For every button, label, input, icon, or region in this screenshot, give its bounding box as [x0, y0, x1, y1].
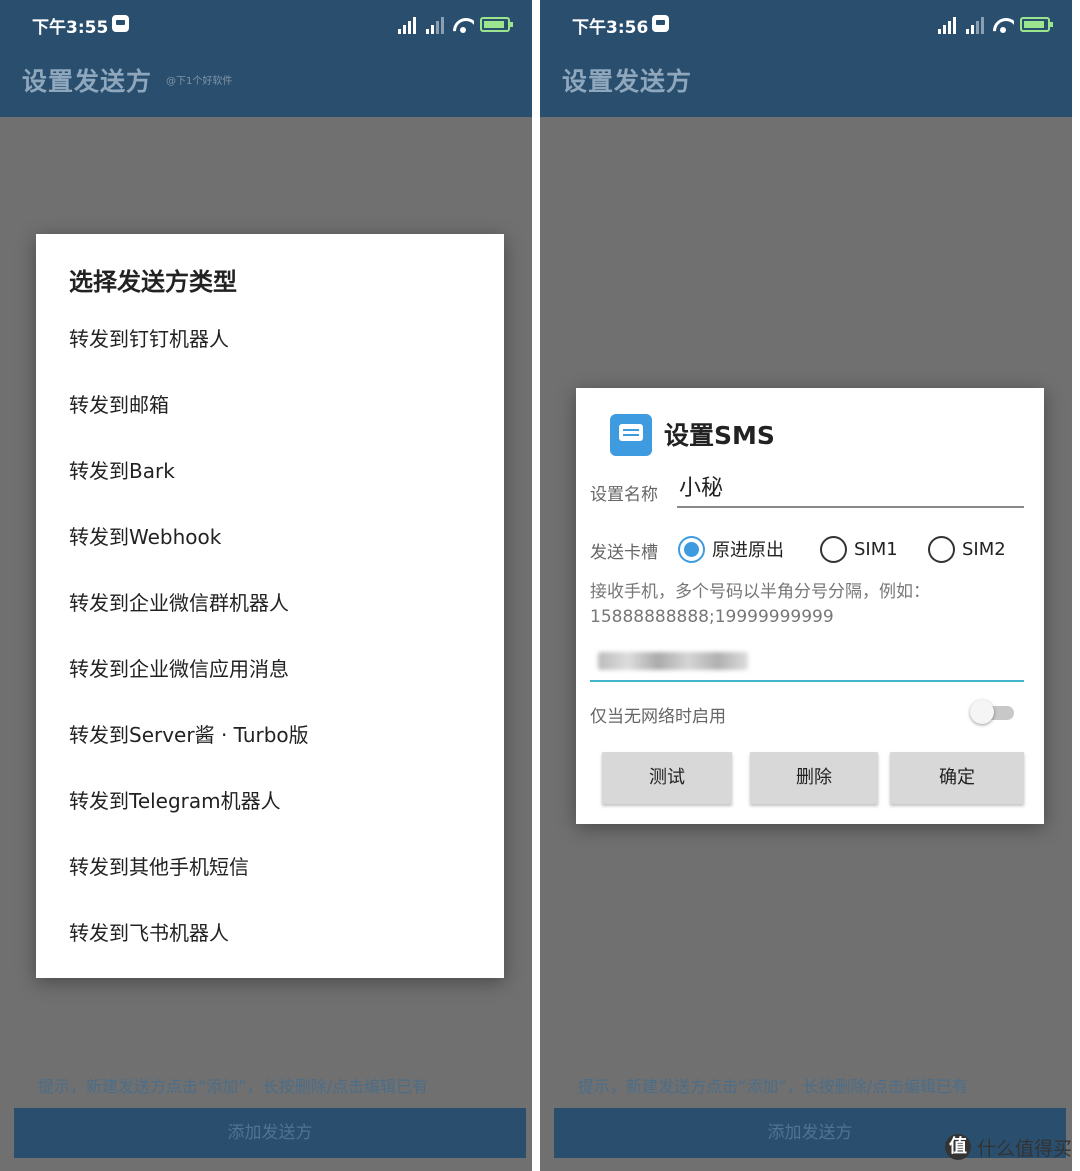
- status-bar: 下午3:55: [0, 0, 532, 50]
- sender-type-item[interactable]: 转发到Bark: [69, 456, 309, 522]
- right-screen: 下午3:56 设置发送方 设置SMS 设置名称 小秘 发送卡槽 原进原出 SIM…: [540, 0, 1072, 1171]
- sender-type-item[interactable]: 转发到企业微信群机器人: [69, 588, 309, 654]
- sim-option-original[interactable]: 原进原出: [678, 534, 784, 564]
- sender-type-item[interactable]: 转发到飞书机器人: [69, 918, 309, 984]
- status-bar: 下午3:56: [540, 0, 1072, 50]
- wifi-icon: [452, 16, 474, 34]
- sender-type-item[interactable]: 转发到邮箱: [69, 390, 309, 456]
- offline-only-label: 仅当无网络时启用: [590, 707, 726, 727]
- name-field[interactable]: 小秘: [677, 474, 1024, 508]
- wifi-icon: [992, 16, 1014, 34]
- name-label: 设置名称: [590, 485, 658, 505]
- radio-unchecked-icon: [820, 535, 847, 563]
- signal-icon: [396, 16, 418, 34]
- phone-hint: 接收手机，多个号码以半角分号分隔，例如：15888888888;19999999…: [590, 582, 930, 627]
- sms-settings-dialog: 设置SMS 设置名称 小秘 发送卡槽 原进原出 SIM1 SIM2 接收手机，多…: [576, 388, 1044, 824]
- battery-icon: [1020, 17, 1053, 32]
- status-time: 下午3:56: [572, 18, 649, 38]
- status-icons: [936, 14, 1053, 34]
- page-title: 设置发送方: [562, 67, 693, 96]
- sim-option-label: 原进原出: [712, 540, 784, 561]
- notification-icon: [652, 15, 669, 32]
- sim-option-sim2[interactable]: SIM2: [928, 534, 1006, 564]
- battery-icon: [480, 17, 513, 32]
- page-title: 设置发送方: [22, 67, 153, 96]
- status-time: 下午3:55: [32, 18, 109, 38]
- sim-slot-label: 发送卡槽: [590, 543, 658, 563]
- redacted-phone-number: [598, 652, 748, 670]
- message-icon: [610, 414, 652, 456]
- hint-text: 提示，新建发送方点击“添加”，长按删除/点击编辑已有: [578, 1077, 968, 1096]
- dialog-title: 设置SMS: [664, 421, 775, 450]
- sim-option-label: SIM1: [854, 538, 898, 560]
- add-sender-button[interactable]: 添加发送方: [14, 1108, 526, 1158]
- sender-type-item[interactable]: 转发到Webhook: [69, 522, 309, 588]
- sender-type-item[interactable]: 转发到其他手机短信: [69, 852, 309, 918]
- signal-icon: [424, 16, 446, 34]
- app-bar: 设置发送方: [540, 50, 1072, 117]
- sender-type-item[interactable]: 转发到Telegram机器人: [69, 786, 309, 852]
- signal-icon: [936, 16, 958, 34]
- app-bar: 设置发送方 @下1个好软件: [0, 50, 532, 117]
- confirm-button[interactable]: 确定: [890, 752, 1024, 804]
- logo-text: 什么值得买: [976, 1137, 1072, 1160]
- sender-type-list: 转发到钉钉机器人 转发到邮箱 转发到Bark 转发到Webhook 转发到企业微…: [69, 324, 309, 984]
- sim-option-sim1[interactable]: SIM1: [820, 534, 898, 564]
- sim-option-label: SIM2: [962, 538, 1006, 560]
- sender-type-item[interactable]: 转发到Server酱 · Turbo版: [69, 720, 309, 786]
- status-icons: [396, 14, 513, 34]
- sender-type-item[interactable]: 转发到企业微信应用消息: [69, 654, 309, 720]
- sender-type-dialog: 选择发送方类型 转发到钉钉机器人 转发到邮箱 转发到Bark 转发到Webhoo…: [36, 234, 504, 978]
- site-logo: 值 什么值得买: [944, 1133, 1072, 1161]
- test-button[interactable]: 测试: [602, 752, 732, 804]
- phone-number-input[interactable]: [590, 644, 1024, 682]
- radio-checked-icon: [678, 535, 705, 563]
- logo-mark-icon: 值: [944, 1134, 971, 1160]
- offline-only-toggle[interactable]: [970, 699, 1016, 725]
- hint-text: 提示，新建发送方点击“添加”，长按删除/点击编辑已有: [38, 1077, 428, 1096]
- dialog-title: 选择发送方类型: [69, 268, 237, 296]
- notification-icon: [112, 15, 129, 32]
- signal-icon: [964, 16, 986, 34]
- toggle-knob: [970, 700, 994, 724]
- delete-button[interactable]: 删除: [750, 752, 878, 804]
- sender-type-item[interactable]: 转发到钉钉机器人: [69, 324, 309, 390]
- radio-unchecked-icon: [928, 535, 955, 563]
- watermark: @下1个好软件: [166, 76, 233, 87]
- left-screen: 下午3:55 设置发送方 @下1个好软件 选择发送方类型 转发到钉钉机器人 转发…: [0, 0, 532, 1171]
